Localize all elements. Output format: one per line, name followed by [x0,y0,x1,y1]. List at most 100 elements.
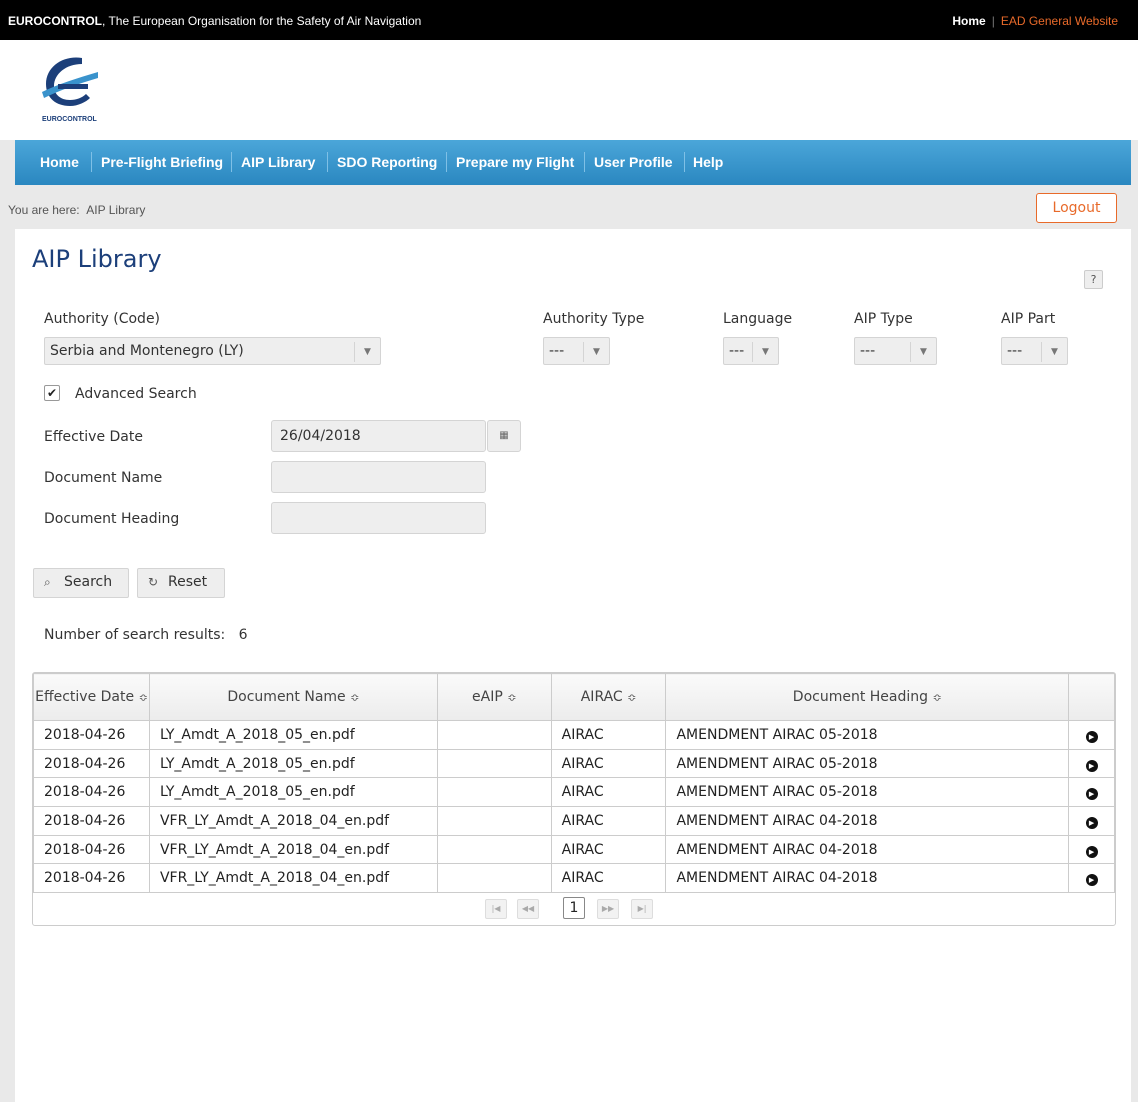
column-header-label: Effective Date [35,688,135,705]
eurocontrol-logo-icon[interactable] [36,54,102,120]
sort-icon: ≎ [507,690,517,704]
cell-document-name: VFR_LY_Amdt_A_2018_04_en.pdf [148,834,438,865]
authority-code-select[interactable]: Serbia and Montenegro (LY) ▼ [44,337,381,365]
table-row[interactable]: 2018-04-26 VFR_LY_Amdt_A_2018_04_en.pdf … [33,806,1115,836]
cell-eaip [436,806,552,836]
reset-icon: ↻ [148,575,159,589]
cell-action: ▶ [1068,748,1115,779]
breadcrumb-prefix: You are here: [8,203,80,217]
column-header-label: Document Heading [792,688,929,705]
sort-icon: ≎ [138,690,148,704]
organisation-description: , The European Organisation for the Safe… [102,14,422,28]
breadcrumb-bar: You are here: AIP Library Logout [0,185,1138,229]
last-page-icon[interactable]: ▶| [631,899,653,919]
column-header-label: AIRAC [580,688,623,705]
cell-action: ▶ [1068,720,1115,750]
nav-separator [684,152,685,172]
results-table: Effective Date ≎ Document Name ≎ eAIP ≎ … [33,673,1115,894]
pager-current-page[interactable]: 1 [563,897,585,919]
aip-type-label: AIP Type [854,311,913,327]
column-header-effective-date[interactable]: Effective Date ≎ [33,673,150,721]
chevron-down-icon: ▼ [910,342,936,362]
column-header-label: Document Name [227,688,346,705]
site-header: EUROCONTROL [0,40,1138,140]
cell-eaip [436,777,552,808]
language-select[interactable]: --- ▼ [723,337,779,365]
document-heading-input[interactable] [271,502,486,534]
first-page-icon[interactable]: |◀ [485,899,507,919]
aip-type-select[interactable]: --- ▼ [854,337,937,365]
play-circle-icon[interactable]: ▶ [1085,730,1098,743]
sort-icon: ≎ [350,690,360,704]
advanced-search-checkbox[interactable]: ✔ [44,385,60,401]
nav-separator [231,152,232,172]
logout-button[interactable]: Logout [1036,193,1117,223]
reset-button-label: Reset [168,574,208,590]
cell-effective-date: 2018-04-26 [33,720,150,750]
cell-effective-date: 2018-04-26 [33,748,150,779]
search-button[interactable]: ⌕ Search [33,568,129,598]
cell-eaip [436,863,552,894]
document-name-label: Document Name [44,470,163,486]
cell-airac: AIRAC [550,806,667,836]
table-row[interactable]: 2018-04-26 LY_Amdt_A_2018_05_en.pdf AIRA… [33,720,1115,750]
table-row[interactable]: 2018-04-26 LY_Amdt_A_2018_05_en.pdf AIRA… [33,748,1115,779]
nav-item-pre-flight-briefing[interactable]: Pre-Flight Briefing [101,154,223,170]
play-circle-icon[interactable]: ▶ [1085,874,1098,887]
next-page-icon[interactable]: ▶▶ [597,899,619,919]
document-name-input[interactable] [271,461,486,493]
sort-icon: ≎ [932,690,942,704]
play-circle-icon[interactable]: ▶ [1085,816,1098,829]
reset-button[interactable]: ↻ Reset [137,568,225,598]
cell-document-heading: AMENDMENT AIRAC 04-2018 [665,834,1070,865]
aip-part-select[interactable]: --- ▼ [1001,337,1068,365]
effective-date-input[interactable]: 26/04/2018 [271,420,486,452]
calendar-icon[interactable]: ▦ [487,420,521,452]
nav-item-aip-library[interactable]: AIP Library [241,154,315,170]
effective-date-value: 26/04/2018 [280,428,361,444]
play-circle-icon[interactable]: ▶ [1085,788,1098,801]
cell-document-heading: AMENDMENT AIRAC 04-2018 [665,863,1070,894]
column-header-document-heading[interactable]: Document Heading ≎ [665,673,1070,721]
cell-effective-date: 2018-04-26 [33,806,150,836]
nav-item-prepare-my-flight[interactable]: Prepare my Flight [456,154,574,170]
authority-type-value: --- [549,343,565,359]
table-row[interactable]: 2018-04-26 VFR_LY_Amdt_A_2018_04_en.pdf … [33,834,1115,865]
cell-document-name: LY_Amdt_A_2018_05_en.pdf [148,777,438,808]
effective-date-label: Effective Date [44,429,143,445]
aip-part-value: --- [1007,343,1023,359]
column-header-document-name[interactable]: Document Name ≎ [148,673,438,721]
column-header-label: eAIP [472,688,503,705]
nav-separator [327,152,328,172]
table-row[interactable]: 2018-04-26 VFR_LY_Amdt_A_2018_04_en.pdf … [33,863,1115,894]
table-row[interactable]: 2018-04-26 LY_Amdt_A_2018_05_en.pdf AIRA… [33,777,1115,808]
table-header-row: Effective Date ≎ Document Name ≎ eAIP ≎ … [33,673,1115,721]
page-title: AIP Library [32,245,162,273]
cell-document-name: VFR_LY_Amdt_A_2018_04_en.pdf [148,806,438,836]
play-circle-icon[interactable]: ▶ [1085,759,1098,772]
nav-item-sdo-reporting[interactable]: SDO Reporting [337,154,437,170]
help-button[interactable]: ? [1084,270,1103,289]
column-header-airac[interactable]: AIRAC ≎ [550,673,667,721]
authority-type-select[interactable]: --- ▼ [543,337,610,365]
top-links-separator: | [991,14,995,28]
document-heading-label: Document Heading [44,511,180,527]
cell-action: ▶ [1068,777,1115,808]
column-header-eaip[interactable]: eAIP ≎ [436,673,552,721]
column-header-actions [1068,673,1115,721]
ead-general-website-link[interactable]: EAD General Website [1001,14,1118,28]
chevron-down-icon: ▼ [583,342,609,362]
advanced-search-label: Advanced Search [75,386,197,402]
nav-item-help[interactable]: Help [693,154,723,170]
top-bar: EUROCONTROL, The European Organisation f… [0,0,1138,40]
breadcrumb-current[interactable]: AIP Library [86,203,145,217]
chevron-down-icon: ▼ [1041,342,1067,362]
nav-item-home[interactable]: Home [40,154,79,170]
cell-effective-date: 2018-04-26 [33,863,150,894]
cell-eaip [436,834,552,865]
cell-action: ▶ [1068,834,1115,865]
play-circle-icon[interactable]: ▶ [1085,845,1098,858]
prev-page-icon[interactable]: ◀◀ [517,899,539,919]
nav-item-user-profile[interactable]: User Profile [594,154,673,170]
top-home-link[interactable]: Home [952,14,985,28]
